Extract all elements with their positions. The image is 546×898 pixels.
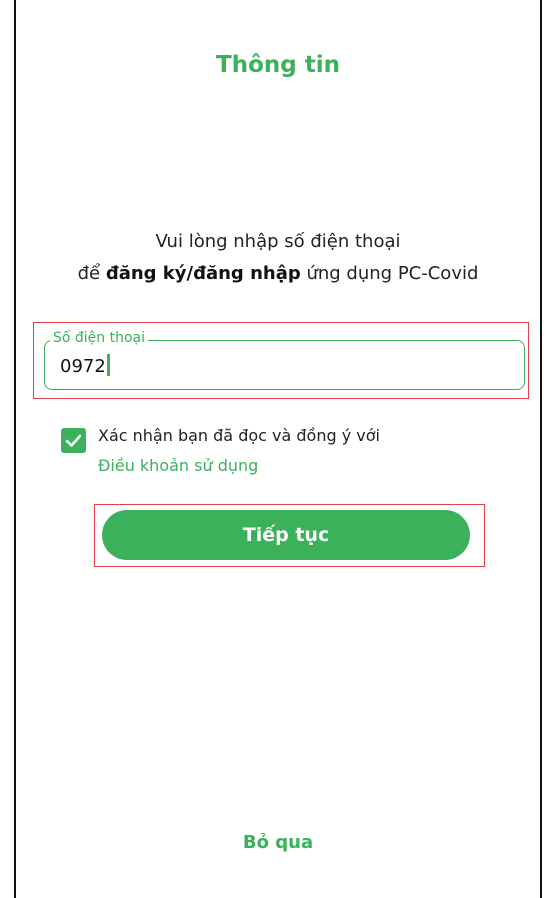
terms-link[interactable]: Điều khoản sử dụng (98, 456, 258, 476)
phone-input[interactable] (44, 340, 525, 390)
consent-checkbox[interactable] (61, 428, 86, 453)
skip-link[interactable]: Bỏ qua (16, 832, 540, 853)
phone-input-label: Số điện thoại (50, 330, 149, 346)
phone-value-text: 0972 (60, 356, 106, 377)
intro-text: Vui lòng nhập số điện thoại để đăng ký/đ… (16, 226, 540, 290)
checkmark-icon (65, 434, 82, 447)
intro-prefix: để (77, 263, 106, 284)
text-cursor (106, 354, 110, 376)
phone-input-value[interactable]: 0972 (60, 354, 110, 378)
page-title: Thông tin (216, 52, 340, 78)
intro-suffix: ứng dụng PC-Covid (300, 263, 479, 284)
app-screen: Thông tin Vui lòng nhập số điện thoại để… (14, 0, 542, 898)
continue-button[interactable]: Tiếp tục (102, 510, 470, 560)
intro-bold: đăng ký/đăng nhập (105, 263, 301, 284)
consent-text: Xác nhận bạn đã đọc và đồng ý với (98, 426, 380, 445)
intro-line-2: để đăng ký/đăng nhập ứng dụng PC-Covid (16, 258, 540, 290)
intro-line-1: Vui lòng nhập số điện thoại (155, 231, 401, 252)
